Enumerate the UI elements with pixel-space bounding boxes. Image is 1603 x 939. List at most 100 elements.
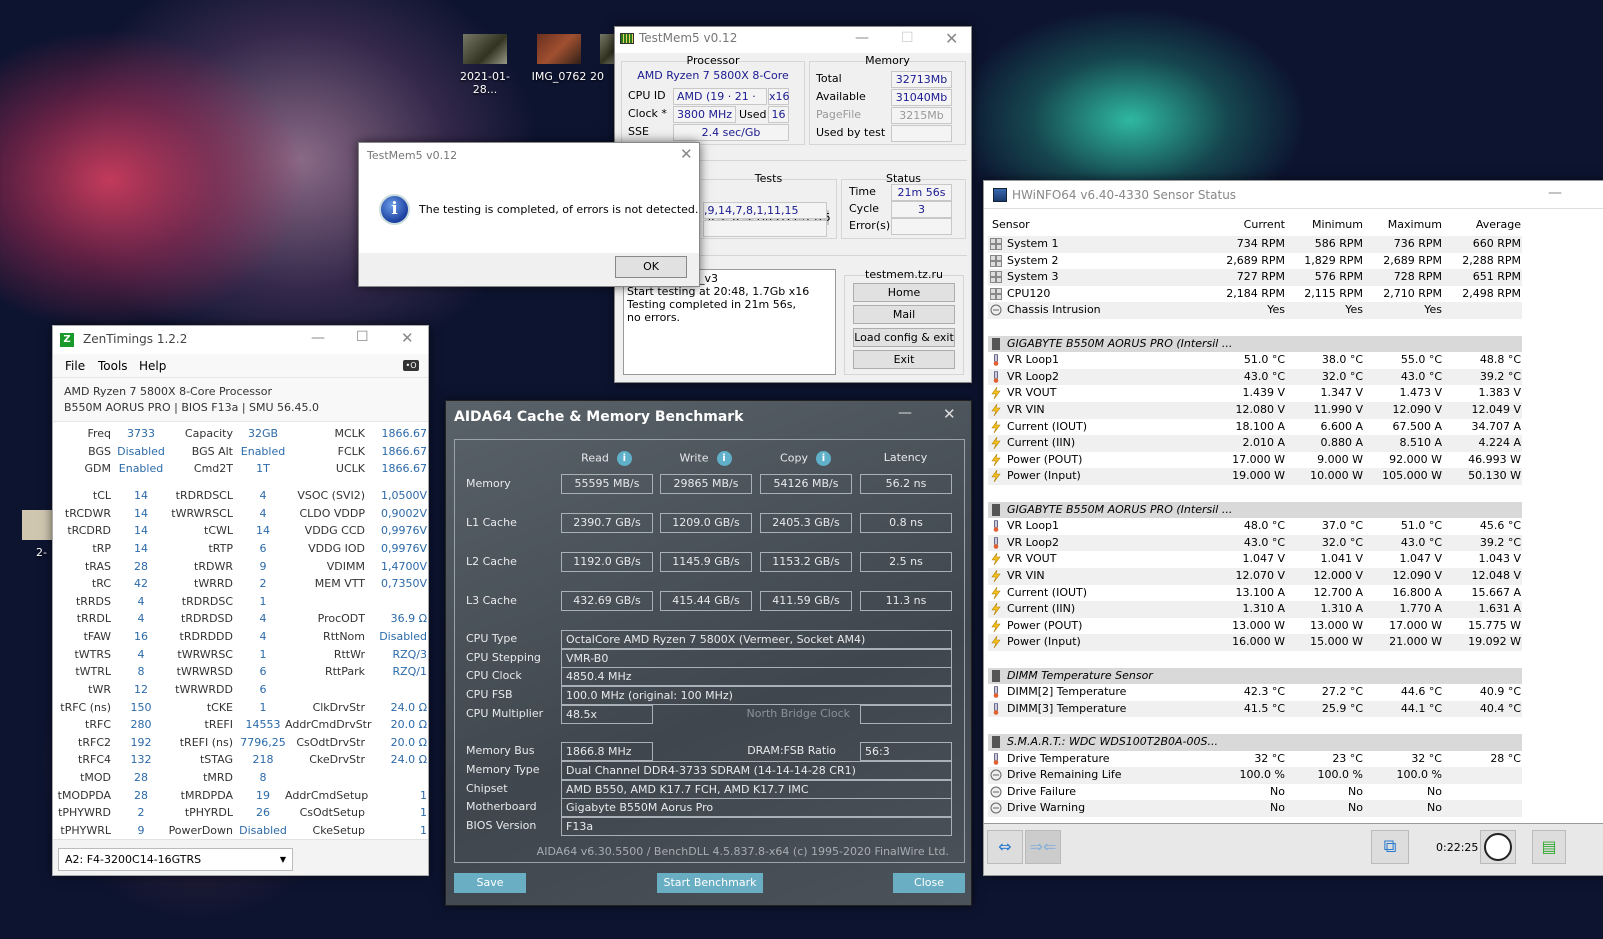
sensor-row[interactable]: VR VIN 12.070 V 12.000 V 12.090 V 12.048 V — [988, 568, 1522, 585]
start-benchmark-button[interactable]: Start Benchmark — [657, 873, 763, 893]
col-sensor[interactable]: Sensor — [992, 215, 1030, 235]
menu-tools[interactable]: Tools — [98, 359, 128, 373]
timing-value: 0,9002V — [380, 506, 427, 520]
desktop-icon-left[interactable]: 2- — [22, 510, 52, 559]
col-current[interactable]: Current — [1215, 215, 1285, 235]
sensor-row[interactable]: Power (Input) 19.000 W 10.000 W 105.000 W 50… — [988, 468, 1522, 485]
ok-button[interactable]: OK — [615, 256, 687, 278]
sensor-row[interactable]: Drive Remaining Life 100.0 % 100.0 % 100.0 … — [988, 767, 1522, 784]
sensor-row[interactable]: Drive Failure No No No — [988, 784, 1522, 801]
close-dialog-button[interactable]: Close — [893, 873, 965, 893]
sensor-group-header[interactable]: S.M.A.R.T.: WDC WDS100T2B0A-00S... — [988, 734, 1522, 751]
screenshot-camera-icon[interactable]: •O — [403, 360, 419, 371]
menu-help[interactable]: Help — [139, 359, 166, 373]
info-icon[interactable]: i — [716, 451, 732, 466]
title-bar[interactable]: TestMem5 v0.12 — ☐ ✕ — [615, 27, 971, 53]
start-label: Start Benchmark — [663, 876, 757, 889]
desktop-icon-partial[interactable]: 20 — [590, 34, 614, 83]
timing-value: 1 — [420, 823, 427, 837]
timing-label: FCLK — [337, 444, 365, 458]
col-maximum[interactable]: Maximum — [1372, 215, 1442, 235]
close-button[interactable]: ✕ — [945, 29, 958, 48]
dialog-close-button[interactable]: ✕ — [680, 145, 693, 163]
load-config-exit-button[interactable]: Load config & exit — [853, 328, 955, 347]
menu-file[interactable]: File — [65, 359, 85, 373]
close-button[interactable]: ✕ — [401, 329, 414, 347]
sensor-row[interactable]: System 2 2,689 RPM 1,829 RPM 2,689 RPM 2,288… — [988, 253, 1522, 270]
cycle-label: Cycle — [849, 202, 880, 215]
sensor-value: 15.667 A — [1471, 585, 1521, 599]
sensor-row[interactable]: VR Loop2 43.0 °C 32.0 °C 43.0 °C 39.2 °C — [988, 368, 1522, 386]
timing-value: Disabled — [117, 444, 165, 458]
home-button[interactable]: Home — [853, 283, 955, 302]
group-label: Memory — [865, 54, 910, 67]
sensor-row[interactable]: DIMM[3] Temperature 41.5 °C 25.9 °C 44.1 °C… — [988, 700, 1522, 718]
collapse-arrows-icon[interactable]: ⇒⇐ — [1025, 830, 1061, 864]
timing-value: 7796,25 — [240, 735, 286, 749]
sensor-name: Current (IIN) — [1007, 436, 1076, 450]
save-button[interactable]: Save — [454, 873, 526, 893]
group-label: Processor — [686, 54, 740, 67]
module-select[interactable]: A2: F4-3200C14-16GTRS ▼ — [58, 848, 293, 871]
maximize-button[interactable]: ☐ — [901, 30, 914, 46]
zentimings-window: Z ZenTimings 1.2.2 — ☐ ✕ File Tools Help… — [52, 325, 429, 876]
sensor-row[interactable]: VR VOUT 1.047 V 1.041 V 1.047 V 1.043 V — [988, 551, 1522, 568]
info-icon[interactable]: i — [815, 451, 831, 466]
sensor-row[interactable]: Power (POUT) 13.000 W 13.000 W 17.000 W 15.7… — [988, 618, 1522, 635]
sensor-row[interactable]: System 1 734 RPM 586 RPM 736 RPM 660 RPM — [988, 236, 1522, 253]
sensor-group-header[interactable]: GIGABYTE B550M AORUS PRO (Intersil ... — [988, 501, 1522, 519]
sensor-row[interactable]: DIMM[2] Temperature 42.3 °C 27.2 °C 44.6 °C… — [988, 684, 1522, 701]
sensor-row[interactable]: Current (IIN) 2.010 A 0.880 A 8.510 A 4.224 … — [988, 435, 1522, 452]
sensor-row[interactable]: VR Loop1 51.0 °C 38.0 °C 55.0 °C 48.8 °C — [988, 352, 1522, 369]
sensor-row[interactable]: CPU120 2,184 RPM 2,115 RPM 2,710 RPM 2,498 R… — [988, 286, 1522, 303]
minimize-button[interactable]: — — [1548, 185, 1562, 201]
sensor-row[interactable]: VR Loop2 43.0 °C 32.0 °C 43.0 °C 39.2 °C — [988, 534, 1522, 552]
sensor-row[interactable]: Drive Warning No No No — [988, 800, 1522, 817]
total-label: Total — [816, 72, 842, 85]
sensor-row[interactable]: Current (IOUT) 18.100 A 6.600 A 67.500 A 34.… — [988, 419, 1522, 436]
exit-button[interactable]: Exit — [853, 350, 955, 369]
timing-value: 28 — [134, 788, 148, 802]
sensor-value: 6.600 A — [1320, 419, 1363, 433]
minimize-button[interactable]: — — [855, 30, 869, 46]
info-icon[interactable]: i — [616, 451, 632, 466]
sensor-row[interactable]: Power (Input) 16.000 W 15.000 W 21.000 W 19.… — [988, 634, 1522, 651]
title-bar[interactable]: Z ZenTimings 1.2.2 — ☐ ✕ — [53, 326, 428, 354]
minimize-button[interactable]: — — [898, 405, 912, 421]
col-minimum[interactable]: Minimum — [1293, 215, 1363, 235]
sensor-value: 25.9 °C — [1321, 701, 1363, 715]
bench-value: 432.69 GB/s — [561, 591, 653, 611]
sensor-row[interactable]: Power (POUT) 17.000 W 9.000 W 92.000 W 46.99… — [988, 452, 1522, 469]
column-header-write: Write i — [660, 451, 751, 466]
sensor-row[interactable]: Drive Temperature 32 °C 23 °C 32 °C 28 °C — [988, 751, 1522, 768]
close-button[interactable]: ✕ — [943, 405, 956, 423]
sensor-row[interactable]: VR VOUT 1.439 V 1.347 V 1.473 V 1.383 V — [988, 385, 1522, 402]
desktop-icon-photo[interactable]: 2021-01-28... — [450, 34, 520, 96]
sensor-row[interactable]: System 3 727 RPM 576 RPM 728 RPM 651 RPM — [988, 269, 1522, 286]
sensor-row[interactable]: Chassis Intrusion Yes Yes Yes — [988, 302, 1522, 319]
timing-row: tRFC4 132 tSTAG 218 CkeDrvStr 24.0 Ω — [53, 751, 429, 768]
maximize-button[interactable]: ☐ — [356, 329, 369, 345]
sensor-value: 40.9 °C — [1479, 685, 1521, 699]
add-report-icon[interactable]: ▤ — [1532, 830, 1566, 864]
mail-button[interactable]: Mail — [853, 305, 955, 324]
title-bar[interactable]: HWiNFO64 v6.40-4330 Sensor Status — — [984, 181, 1603, 209]
desktop-icon-img-0762[interactable]: IMG_0762 — [524, 34, 594, 83]
minimize-button[interactable]: — — [311, 330, 325, 346]
network-icon[interactable]: ⧉ — [1371, 830, 1409, 864]
sensor-name: GIGABYTE B550M AORUS PRO (Intersil ... — [1007, 336, 1233, 350]
sensor-row[interactable]: Current (IIN) 1.310 A 1.310 A 1.770 A 1.631 … — [988, 601, 1522, 618]
sensor-row[interactable]: VR Loop1 48.0 °C 37.0 °C 51.0 °C 45.6 °C — [988, 518, 1522, 535]
sensor-name: VR VIN — [1007, 569, 1045, 582]
sensor-row[interactable]: VR VIN 12.080 V 11.990 V 12.090 V 12.049 V — [988, 402, 1522, 419]
timing-label: CsOdtDrvStr — [296, 735, 365, 749]
site-link[interactable]: testmem.tz.ru — [845, 268, 963, 281]
sensor-group-header[interactable]: GIGABYTE B550M AORUS PRO (Intersil ... — [988, 335, 1522, 353]
expand-arrows-icon[interactable]: ⇔ — [987, 830, 1023, 864]
sensor-row[interactable]: Current (IOUT) 13.100 A 12.700 A 16.800 A 15… — [988, 585, 1522, 602]
col-average[interactable]: Average — [1451, 215, 1521, 235]
timing-label: tRCDWR — [64, 506, 111, 520]
clock-reset-button[interactable] — [1480, 830, 1516, 864]
sensor-group-header[interactable]: DIMM Temperature Sensor — [988, 667, 1522, 685]
timing-value: 3733 — [127, 427, 155, 440]
